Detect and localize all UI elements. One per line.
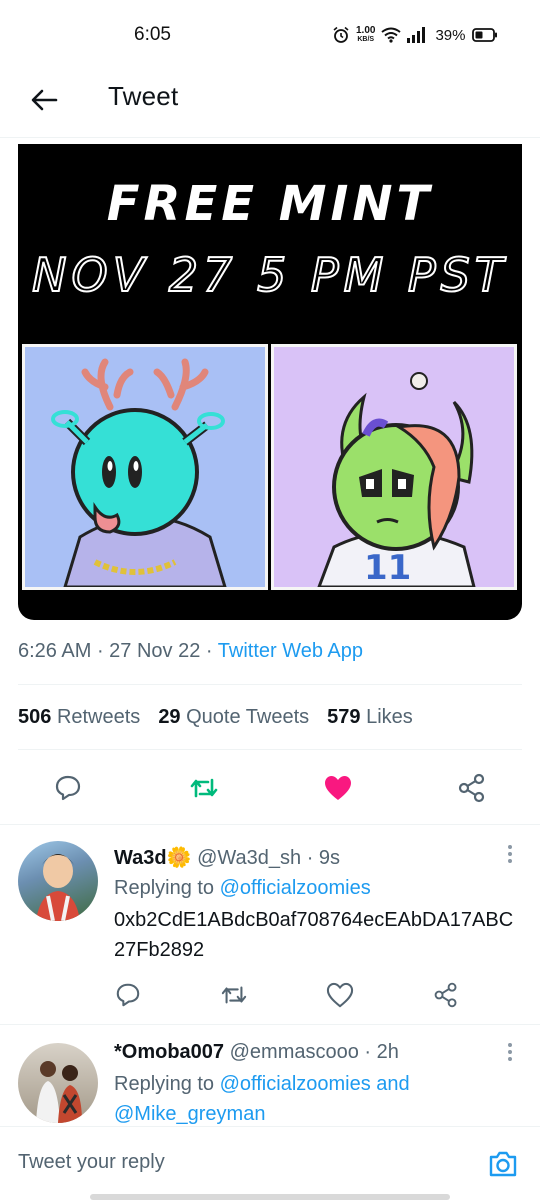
back-button[interactable] xyxy=(24,80,64,120)
replying-to: Replying to @officialzoomies and xyxy=(114,1073,410,1096)
reply-button[interactable] xyxy=(108,975,148,1015)
retweet-icon xyxy=(221,986,247,1004)
replying-to-link[interactable]: @Mike_greyman xyxy=(114,1103,265,1125)
meta-separator: · xyxy=(96,640,110,662)
retweet-button[interactable] xyxy=(214,975,254,1015)
author-emoji: 🌼 xyxy=(166,847,192,869)
heart-outline-icon xyxy=(326,982,354,1008)
reply-author-name[interactable]: Wa3d xyxy=(114,847,167,869)
retweets-count: 506 xyxy=(18,706,52,728)
camera-button[interactable] xyxy=(484,1145,522,1183)
quotes-count: 29 xyxy=(158,706,181,728)
wifi-icon xyxy=(381,27,402,43)
avatar-image xyxy=(36,1061,82,1123)
retweets-label: Retweets xyxy=(56,706,141,728)
likes-count: 579 xyxy=(327,706,361,728)
quote-tweets-stat[interactable]: 29 Quote Tweets xyxy=(158,706,309,729)
camera-icon xyxy=(489,1151,517,1177)
reply-text: 0xb2CdE1ABdcB0af708764ecEAbDA17ABC27Fb28… xyxy=(114,909,514,961)
reply-tweet[interactable]: *Omoba007 @emmascooo · 2h Replying to @o… xyxy=(0,1024,540,1126)
alarm-icon xyxy=(333,26,349,43)
more-options-button[interactable] xyxy=(500,841,520,867)
share-button[interactable] xyxy=(426,975,466,1015)
meta-separator: · xyxy=(358,1041,377,1063)
gesture-nav-handle xyxy=(90,1194,450,1200)
media-date-line: NOV 27 5 PM PST xyxy=(31,247,508,303)
tweet-stats: 506 Retweets 29 Quote Tweets 579 Likes xyxy=(18,706,413,729)
reply-header: Wa3d🌼 @Wa3d_sh · 9s xyxy=(114,845,340,870)
retweets-stat[interactable]: 506 Retweets xyxy=(18,706,140,729)
speed-unit: KB/S xyxy=(357,36,375,43)
divider xyxy=(18,749,522,750)
reply-icon xyxy=(55,775,81,801)
meta-separator: · xyxy=(205,640,218,662)
tweet-source-link[interactable]: Twitter Web App xyxy=(218,640,363,662)
meta-separator: · xyxy=(301,847,319,869)
network-speed: 1.00 KB/S xyxy=(356,26,375,44)
reply-button[interactable] xyxy=(48,768,88,808)
reply-tweet[interactable]: Wa3d🌼 @Wa3d_sh · 9s Replying to @officia… xyxy=(0,824,540,1024)
horned-character-illustration: 11 xyxy=(317,372,476,587)
like-button[interactable] xyxy=(318,768,358,808)
reply-age: 9s xyxy=(318,847,341,869)
tweet-date: 27 Nov 22 xyxy=(109,640,201,662)
reply-header: *Omoba007 @emmascooo · 2h xyxy=(114,1041,399,1064)
nft-character-right: 11 xyxy=(271,344,517,590)
replying-to-link[interactable]: @officialzoomies and xyxy=(220,1073,410,1095)
replying-to-label: Replying to xyxy=(114,1073,215,1095)
reply-author-name[interactable]: *Omoba007 xyxy=(114,1041,224,1063)
replying-to-continued: @Mike_greyman xyxy=(114,1103,265,1126)
replying-to-link[interactable]: @officialzoomies xyxy=(220,877,371,899)
nft-character-left xyxy=(22,344,268,590)
reply-icon xyxy=(116,983,140,1007)
arrow-left-icon xyxy=(31,89,58,111)
tweet-media-image[interactable]: FREE MINT NOV 27 5 PM PST 11 xyxy=(18,144,522,620)
tweet-time: 6:26 AM xyxy=(18,640,92,662)
share-button[interactable] xyxy=(452,768,492,808)
signal-icon xyxy=(407,27,426,43)
svg-text:11: 11 xyxy=(364,548,411,587)
more-options-button[interactable] xyxy=(500,1039,520,1065)
heart-filled-icon xyxy=(325,776,351,800)
battery-percent: 39% xyxy=(435,26,466,44)
reply-author-handle: @Wa3d_sh xyxy=(197,847,302,869)
media-headline: FREE MINT xyxy=(106,176,434,232)
status-icons: 1.00 KB/S 39% xyxy=(332,22,498,48)
avatar[interactable] xyxy=(18,1043,98,1123)
avatar-image xyxy=(36,854,80,921)
reply-composer xyxy=(0,1126,540,1200)
replying-to: Replying to @officialzoomies xyxy=(114,877,371,900)
quotes-label: Quote Tweets xyxy=(186,706,310,728)
speed-value: 1.00 xyxy=(356,25,376,36)
reply-age: 2h xyxy=(376,1041,399,1063)
share-icon xyxy=(434,982,457,1008)
tweet-actions xyxy=(18,768,522,808)
page-title: Tweet xyxy=(108,81,179,111)
top-app-bar: Tweet xyxy=(0,68,540,138)
reply-input[interactable] xyxy=(18,1151,438,1174)
share-icon xyxy=(458,773,485,803)
replying-to-label: Replying to xyxy=(114,877,215,899)
avatar[interactable] xyxy=(18,841,98,921)
tweet-timestamp: 6:26 AM · 27 Nov 22 · Twitter Web App xyxy=(18,640,363,663)
reply-author-handle: @emmascooo xyxy=(229,1041,359,1063)
status-bar: 6:05 1.00 KB/S 39% xyxy=(0,0,540,68)
battery-icon xyxy=(471,28,497,42)
like-button[interactable] xyxy=(320,975,360,1015)
status-time: 6:05 xyxy=(134,24,171,45)
retweet-icon xyxy=(190,778,218,798)
likes-label: Likes xyxy=(366,706,413,728)
likes-stat[interactable]: 579 Likes xyxy=(327,706,413,729)
divider xyxy=(18,684,522,685)
retweet-button[interactable] xyxy=(184,768,224,808)
antlered-character-illustration xyxy=(51,358,227,587)
